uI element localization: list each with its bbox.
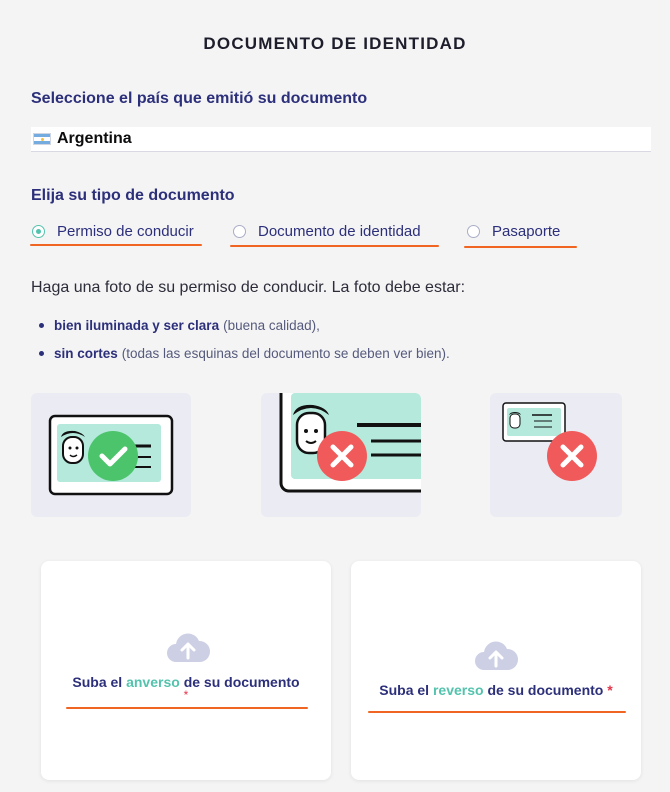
selected-country: Argentina: [57, 130, 132, 147]
cross-icon: [317, 431, 367, 481]
example-far-photo: [490, 393, 622, 517]
instruction-text: Haga una foto de su permiso de conducir.…: [31, 279, 466, 296]
annotation-underline: [66, 707, 308, 709]
upload-front-button[interactable]: Suba el anverso de su documento *: [41, 561, 331, 780]
doc-type-section-label: Elija su tipo de documento: [31, 187, 235, 204]
country-select[interactable]: Argentina: [31, 127, 651, 152]
upload-back-button[interactable]: Suba el reverso de su documento *: [351, 561, 641, 780]
annotation-underline: [30, 244, 202, 246]
annotation-underline: [368, 711, 626, 713]
radio-button[interactable]: [467, 225, 480, 238]
cross-icon: [547, 431, 597, 481]
annotation-underline: [464, 246, 577, 248]
list-item: bien iluminada y ser clara (buena calidad…: [39, 318, 320, 333]
annotation-underline: [230, 245, 439, 247]
radio-option-pasaporte[interactable]: Pasaporte: [467, 223, 560, 240]
radio-option-permiso[interactable]: Permiso de conducir: [32, 223, 194, 240]
cloud-upload-icon: [475, 641, 519, 670]
argentina-flag-icon: [33, 133, 51, 145]
required-asterisk: *: [183, 688, 189, 702]
cloud-upload-icon: [167, 633, 211, 662]
check-icon: [88, 431, 138, 481]
list-item: sin cortes (todas las esquinas del docume…: [39, 346, 450, 361]
example-good-photo: [31, 393, 191, 517]
country-section-label: Seleccione el país que emitió su documen…: [31, 90, 368, 107]
radio-button-checked[interactable]: [32, 225, 45, 238]
radio-label: Permiso de conducir: [57, 223, 194, 240]
radio-button[interactable]: [233, 225, 246, 238]
radio-option-documento[interactable]: Documento de identidad: [233, 223, 421, 240]
example-cropped-photo: [261, 393, 421, 517]
page-title: DOCUMENTO DE IDENTIDAD: [203, 34, 467, 53]
radio-label: Pasaporte: [492, 223, 561, 240]
radio-label: Documento de identidad: [258, 223, 421, 240]
upload-back-label: Suba el reverso de su documento *: [379, 682, 613, 698]
